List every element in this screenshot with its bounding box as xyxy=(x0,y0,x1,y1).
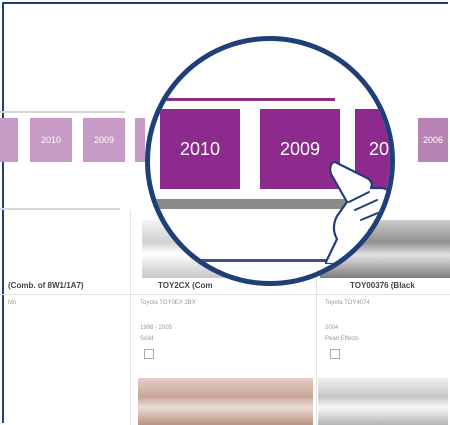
color-finish: Pearl Effects xyxy=(325,336,359,342)
year-tile-2010[interactable]: 2010 xyxy=(30,118,72,162)
year-tile[interactable] xyxy=(0,118,18,162)
color-years: 2004 xyxy=(325,325,339,331)
year-tile-2006[interactable]: 2006 xyxy=(418,118,448,162)
color-name[interactable]: TOY00376 (Black xyxy=(350,281,415,290)
pointing-hand-icon xyxy=(325,160,390,264)
color-name[interactable]: (Comb. of 8W1/1A7) xyxy=(8,281,84,290)
row-divider xyxy=(0,294,450,295)
compare-checkbox[interactable] xyxy=(144,349,154,359)
color-detail: Toyota TOY0EX 2BX xyxy=(140,300,196,306)
paint-swatch[interactable] xyxy=(318,378,448,425)
magnified-year-2010[interactable]: 2010 xyxy=(160,109,240,189)
color-years: 1998 - 2005 xyxy=(140,325,173,331)
color-detail: Toyota TOY4074 xyxy=(325,300,370,306)
paint-swatch[interactable] xyxy=(138,378,313,425)
magnified-divider xyxy=(180,259,335,262)
year-tile[interactable] xyxy=(135,118,145,162)
compare-checkbox[interactable] xyxy=(330,349,340,359)
divider-top xyxy=(0,111,125,113)
magnifier-callout: 2010 2009 200 xyxy=(145,36,395,286)
year-tile-2009[interactable]: 2009 xyxy=(83,118,125,162)
column-divider xyxy=(130,210,131,425)
color-name[interactable]: TOY2CX (Com xyxy=(158,281,213,290)
magnified-divider xyxy=(165,98,335,101)
divider-mid xyxy=(0,208,120,210)
color-detail: Mo xyxy=(8,300,17,306)
color-finish: Solid xyxy=(140,336,154,342)
